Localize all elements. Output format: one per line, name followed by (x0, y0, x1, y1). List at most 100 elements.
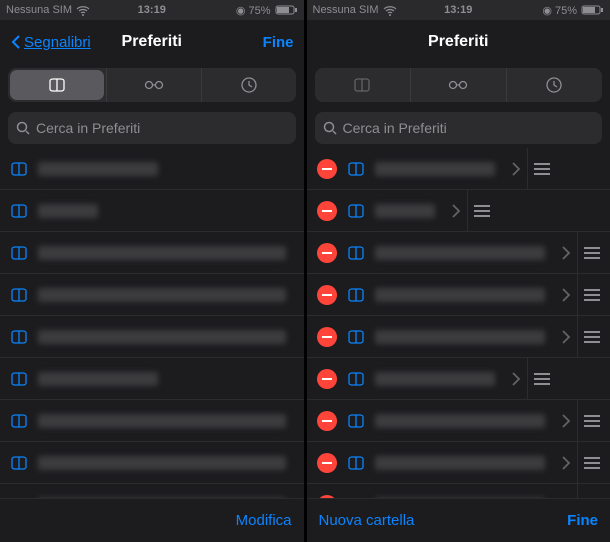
delete-icon[interactable] (317, 453, 337, 473)
chevron-right-icon (559, 287, 571, 303)
book-icon (10, 372, 28, 386)
chevron-right-icon (559, 497, 571, 499)
drag-handle-icon[interactable] (577, 232, 600, 273)
delete-icon[interactable] (317, 159, 337, 179)
done-button[interactable]: Fine (567, 512, 598, 529)
list-item[interactable] (307, 148, 610, 190)
back-button[interactable]: Segnalibri (0, 20, 101, 64)
clock-icon (240, 76, 258, 94)
drag-handle-icon[interactable] (577, 442, 600, 483)
drag-handle-icon[interactable] (577, 316, 600, 357)
bookmark-list-edit[interactable] (307, 148, 610, 498)
drag-handle-icon[interactable] (577, 400, 600, 441)
drag-handle-icon[interactable] (527, 148, 550, 189)
chevron-left-icon (10, 34, 22, 50)
search-placeholder: Cerca in Preferiti (343, 120, 447, 136)
toolbar: Modifica (0, 498, 304, 542)
list-item[interactable] (0, 190, 304, 232)
tab-history[interactable] (506, 68, 602, 102)
list-item[interactable] (0, 400, 304, 442)
delete-icon[interactable] (317, 369, 337, 389)
search-icon (16, 121, 30, 135)
wifi-icon (76, 4, 90, 16)
page-title: Preferiti (122, 33, 182, 51)
list-item[interactable] (0, 442, 304, 484)
book-icon (10, 288, 28, 302)
carrier-label: Nessuna SIM (313, 4, 379, 16)
done-button[interactable]: Fine (253, 20, 304, 64)
segmented-control (315, 68, 603, 102)
list-item[interactable] (0, 358, 304, 400)
clock-label: 13:19 (138, 4, 166, 16)
clock-icon (545, 76, 563, 94)
delete-icon[interactable] (317, 243, 337, 263)
book-icon (10, 204, 28, 218)
item-label (38, 204, 98, 218)
page-title: Preferiti (428, 33, 488, 51)
navbar: Segnalibri Preferiti Fine (0, 20, 304, 64)
chevron-right-icon (509, 371, 521, 387)
drag-handle-icon[interactable] (467, 190, 490, 231)
item-label (38, 372, 158, 386)
list-item[interactable] (307, 190, 610, 232)
book-icon (347, 372, 365, 386)
tab-history[interactable] (201, 68, 296, 102)
segmented-control (8, 68, 296, 102)
list-item[interactable] (0, 274, 304, 316)
delete-icon[interactable] (317, 411, 337, 431)
book-icon (48, 78, 66, 92)
book-icon (10, 456, 28, 470)
navbar: Preferiti (307, 20, 610, 64)
bookmark-list[interactable] (0, 148, 304, 498)
tab-readinglist[interactable] (106, 68, 201, 102)
item-label (38, 456, 286, 470)
clock-label: 13:19 (444, 4, 472, 16)
search-input[interactable]: Cerca in Preferiti (315, 112, 603, 144)
list-item[interactable] (307, 442, 610, 484)
drag-handle-icon[interactable] (577, 484, 600, 498)
chevron-right-icon (559, 413, 571, 429)
list-item[interactable] (307, 232, 610, 274)
status-bar: Nessuna SIM 13:19 ◉ 75% (307, 0, 610, 20)
book-icon (10, 330, 28, 344)
chevron-right-icon (559, 329, 571, 345)
tab-bookmarks[interactable] (10, 70, 104, 100)
search-input[interactable]: Cerca in Preferiti (8, 112, 296, 144)
newfolder-button[interactable]: Nuova cartella (319, 512, 415, 529)
list-item[interactable] (307, 358, 610, 400)
glasses-icon (448, 78, 468, 92)
list-item[interactable] (0, 484, 304, 498)
delete-icon[interactable] (317, 327, 337, 347)
item-label (375, 456, 546, 470)
list-item[interactable] (0, 316, 304, 358)
drag-handle-icon[interactable] (527, 358, 550, 399)
chevron-right-icon (449, 203, 461, 219)
tab-readinglist[interactable] (410, 68, 506, 102)
item-label (375, 162, 495, 176)
list-item[interactable] (307, 400, 610, 442)
list-item[interactable] (307, 316, 610, 358)
delete-icon[interactable] (317, 495, 337, 499)
item-label (38, 498, 286, 499)
battery-pct: ◉ 75% (236, 4, 271, 17)
delete-icon[interactable] (317, 285, 337, 305)
glasses-icon (144, 78, 164, 92)
chevron-right-icon (559, 455, 571, 471)
battery-icon (275, 3, 298, 17)
item-label (375, 204, 435, 218)
edit-button[interactable]: Modifica (236, 512, 292, 529)
book-icon (353, 78, 371, 92)
book-icon (10, 246, 28, 260)
book-icon (10, 498, 28, 499)
battery-pct: ◉ 75% (542, 4, 577, 17)
list-item[interactable] (307, 274, 610, 316)
drag-handle-icon[interactable] (577, 274, 600, 315)
tab-bookmarks[interactable] (315, 68, 410, 102)
list-item[interactable] (0, 148, 304, 190)
toolbar: Nuova cartella Fine (307, 498, 610, 542)
search-icon (323, 121, 337, 135)
delete-icon[interactable] (317, 201, 337, 221)
list-item[interactable] (0, 232, 304, 274)
list-item[interactable] (307, 484, 610, 498)
book-icon (347, 204, 365, 218)
